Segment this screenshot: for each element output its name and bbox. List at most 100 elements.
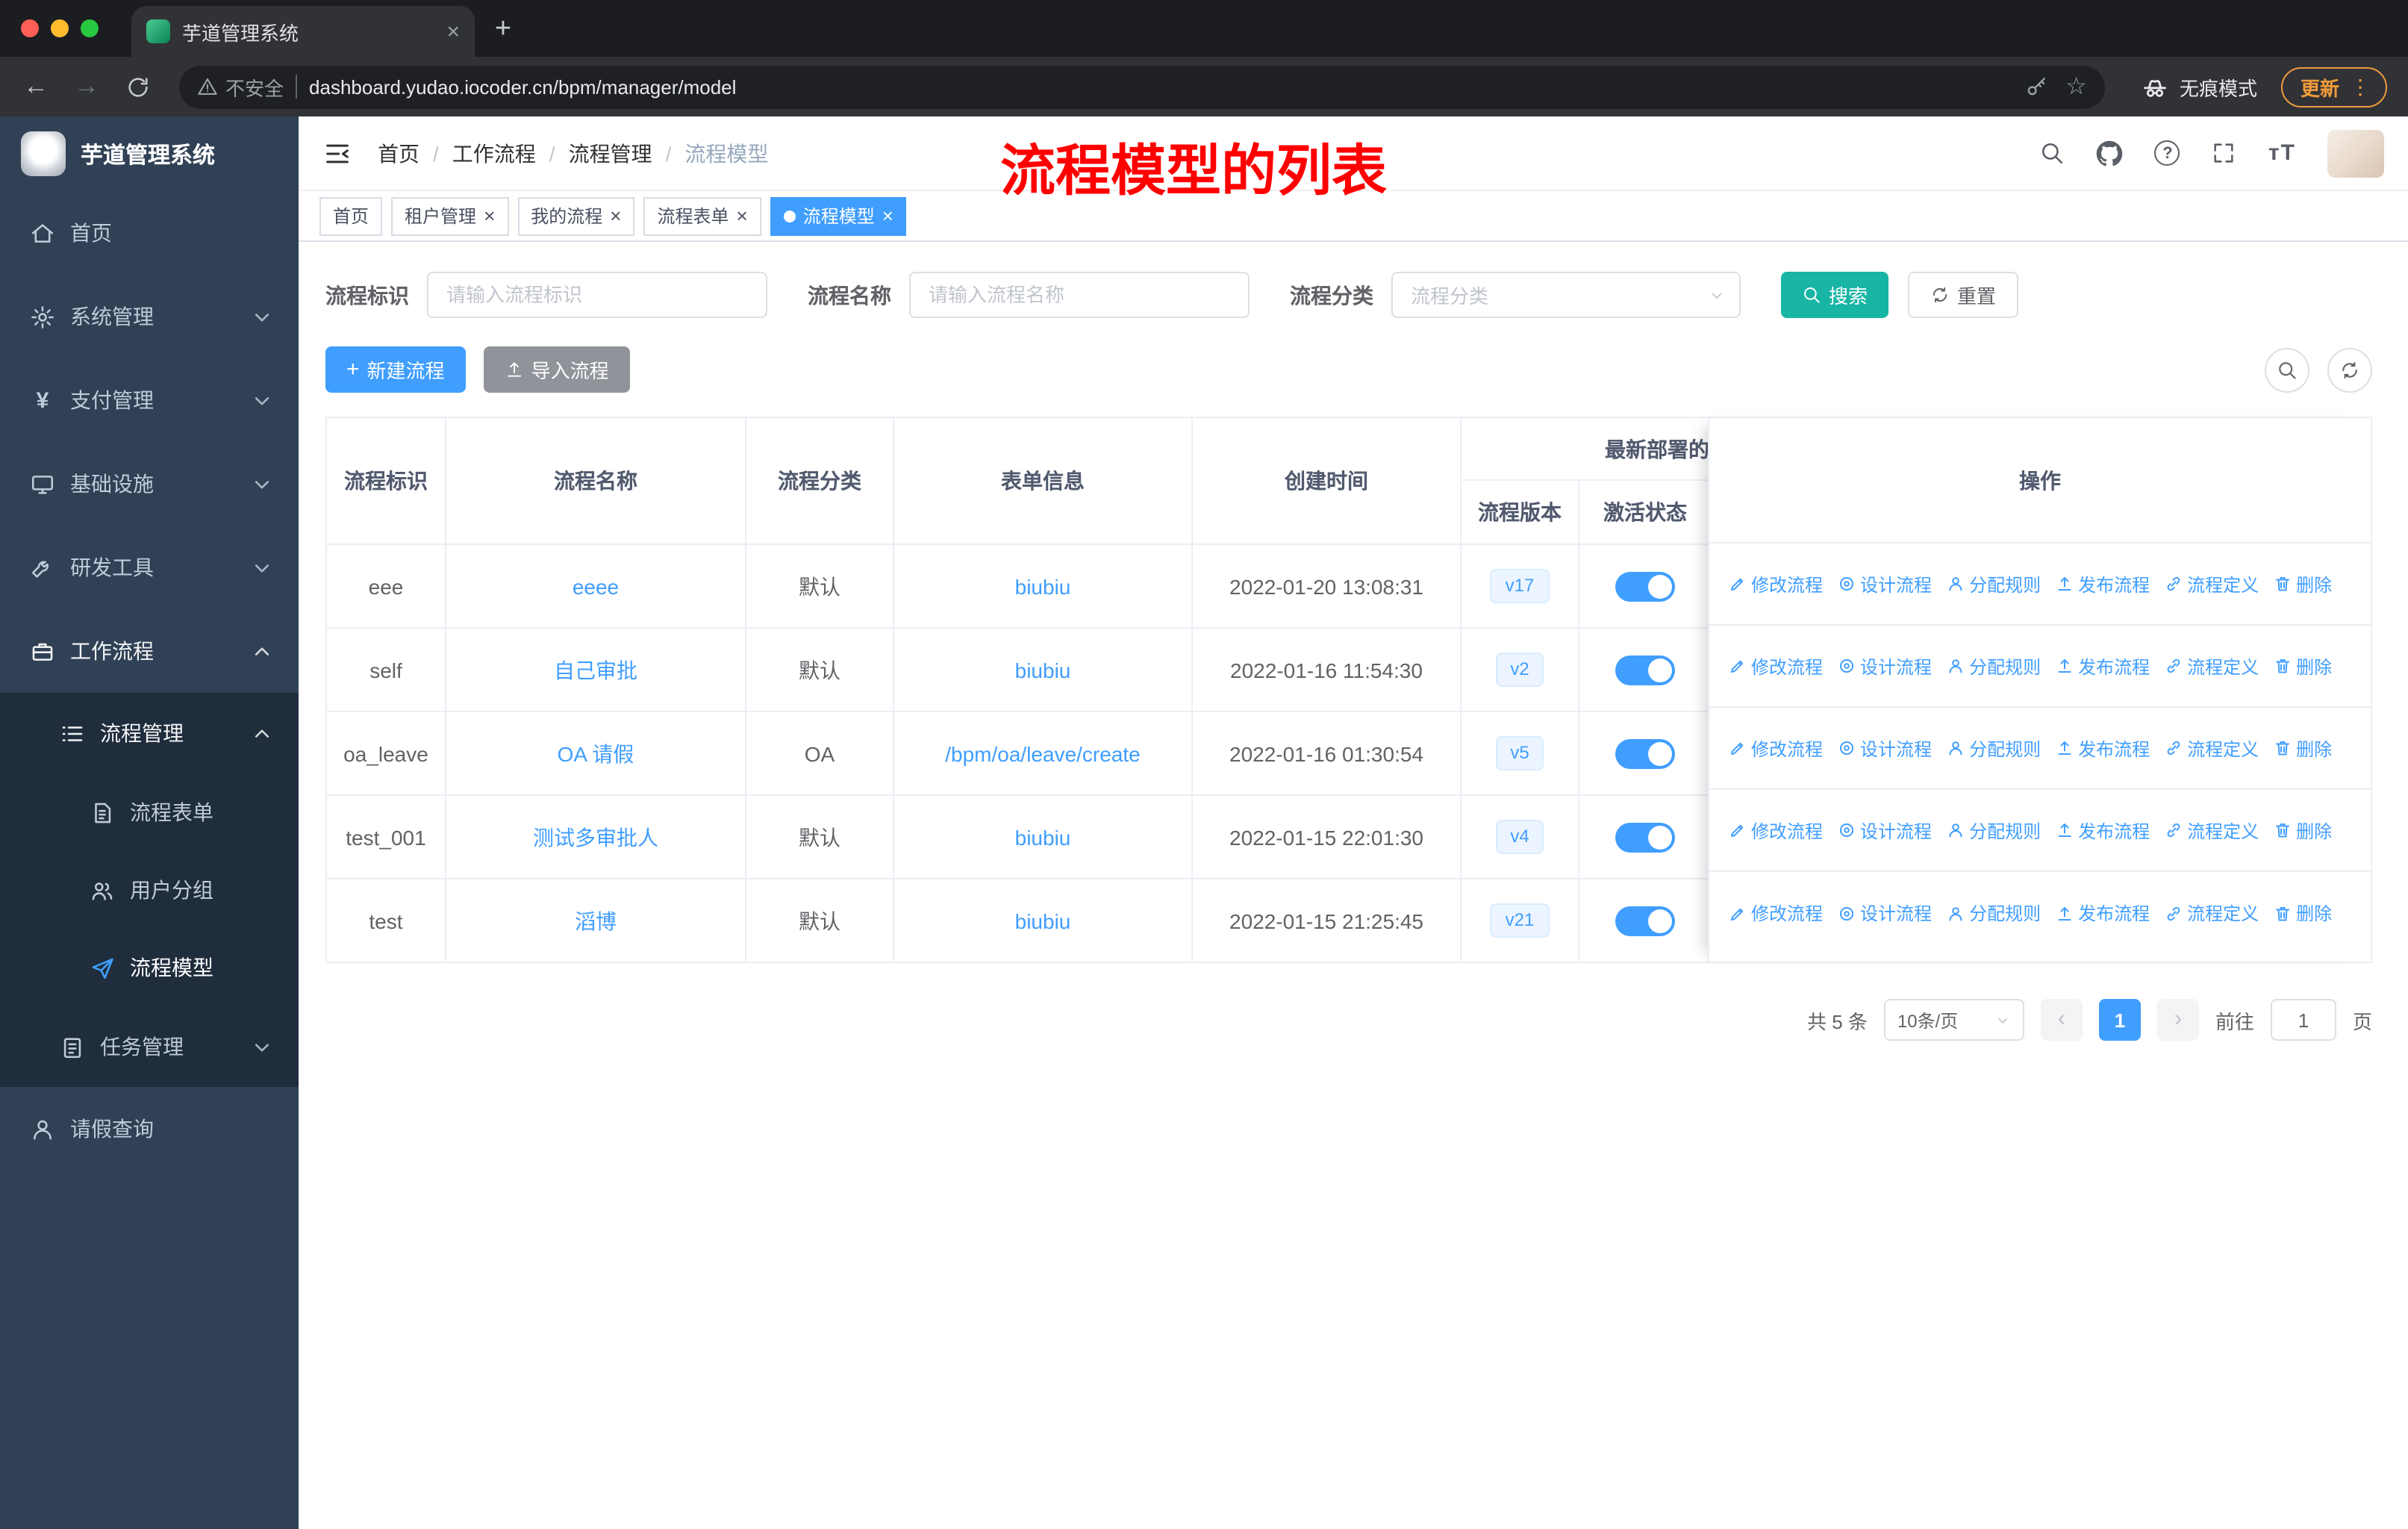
password-key-icon[interactable] [2024, 75, 2047, 99]
tag-process-form[interactable]: 流程表单 × [643, 196, 761, 235]
browser-tab[interactable]: 芋道管理系统 × [131, 6, 475, 57]
op-delete-link[interactable]: 删除 [2274, 653, 2332, 679]
op-modify-link[interactable]: 修改流程 [1729, 571, 1823, 597]
op-delete-link[interactable]: 删除 [2274, 900, 2332, 926]
page-number-button[interactable]: 1 [2098, 999, 2141, 1041]
tab-close-icon[interactable]: × [446, 20, 460, 43]
op-assign-rule-link[interactable]: 分配规则 [1947, 653, 2041, 679]
reload-icon[interactable] [116, 66, 158, 108]
process-name-input[interactable] [909, 272, 1250, 318]
close-icon[interactable]: × [882, 206, 893, 225]
op-publish-link[interactable]: 发布流程 [2056, 818, 2150, 843]
create-process-button[interactable]: + 新建流程 [325, 346, 466, 393]
reset-button[interactable]: 重置 [1908, 272, 2019, 318]
form-info-link[interactable]: biubiu [1015, 658, 1071, 682]
op-design-link[interactable]: 设计流程 [1838, 818, 1932, 843]
window-zoom-button[interactable] [81, 19, 99, 37]
sidebar-item-leave-query[interactable]: 请假查询 [0, 1087, 299, 1171]
forward-icon[interactable]: → [66, 66, 107, 108]
process-name-link[interactable]: 滔博 [575, 906, 617, 935]
form-info-link[interactable]: biubiu [1015, 909, 1071, 932]
address-bar[interactable]: 不安全 dashboard.yudao.iocoder.cn/bpm/manag… [179, 65, 2105, 108]
op-modify-link[interactable]: 修改流程 [1729, 735, 1823, 761]
op-publish-link[interactable]: 发布流程 [2056, 735, 2150, 761]
activation-toggle[interactable] [1615, 655, 1675, 685]
window-close-button[interactable] [21, 19, 39, 37]
toggle-search-button[interactable] [2265, 347, 2309, 392]
sidebar-item-process-model[interactable]: 流程模型 [0, 929, 299, 1006]
tag-home[interactable]: 首页 [319, 196, 383, 235]
github-icon[interactable] [2097, 140, 2124, 166]
sidebar-item-devtools[interactable]: 研发工具 [0, 526, 299, 609]
form-info-link[interactable]: biubiu [1015, 825, 1071, 849]
activation-toggle[interactable] [1615, 906, 1675, 935]
sidebar-item-infrastructure[interactable]: 基础设施 [0, 442, 299, 526]
op-definition-link[interactable]: 流程定义 [2165, 818, 2259, 843]
op-modify-link[interactable]: 修改流程 [1729, 818, 1823, 843]
op-delete-link[interactable]: 删除 [2274, 571, 2332, 597]
op-delete-link[interactable]: 删除 [2274, 818, 2332, 843]
op-publish-link[interactable]: 发布流程 [2056, 571, 2150, 597]
op-assign-rule-link[interactable]: 分配规则 [1947, 571, 2041, 597]
search-button[interactable]: 搜索 [1781, 272, 1889, 318]
sidebar-item-task-mgmt[interactable]: 任务管理 [0, 1006, 299, 1087]
close-icon[interactable]: × [737, 206, 748, 225]
window-minimize-button[interactable] [51, 19, 69, 37]
tag-process-model[interactable]: 流程模型 × [770, 196, 907, 235]
refresh-table-button[interactable] [2327, 347, 2372, 392]
op-modify-link[interactable]: 修改流程 [1729, 653, 1823, 679]
menu-dots-icon[interactable]: ⋮ [2350, 74, 2371, 99]
process-name-link[interactable]: eeee [573, 574, 619, 598]
op-design-link[interactable]: 设计流程 [1838, 900, 1932, 926]
goto-page-input[interactable] [2270, 999, 2336, 1041]
next-page-button[interactable]: › [2156, 999, 2199, 1041]
op-assign-rule-link[interactable]: 分配规则 [1947, 818, 2041, 843]
security-indicator[interactable]: 不安全 [197, 72, 284, 101]
process-category-select[interactable]: 流程分类 [1391, 272, 1741, 318]
op-definition-link[interactable]: 流程定义 [2165, 735, 2259, 761]
sidebar-item-process-form[interactable]: 流程表单 [0, 773, 299, 851]
process-name-link[interactable]: OA 请假 [558, 738, 634, 768]
browser-update-button[interactable]: 更新 ⋮ [2280, 66, 2387, 107]
sidebar-item-user-group[interactable]: 用户分组 [0, 851, 299, 929]
breadcrumb-item[interactable]: 工作流程 [452, 138, 536, 168]
sidebar-item-process-mgmt[interactable]: 流程管理 [0, 693, 299, 773]
activation-toggle[interactable] [1615, 738, 1675, 768]
activation-toggle[interactable] [1615, 571, 1675, 601]
form-info-link[interactable]: /bpm/oa/leave/create [945, 741, 1141, 765]
op-publish-link[interactable]: 发布流程 [2056, 900, 2150, 926]
user-avatar[interactable] [2327, 129, 2384, 177]
page-size-select[interactable]: 10条/页 [1883, 999, 2024, 1041]
help-icon[interactable]: ? [2154, 140, 2180, 166]
op-definition-link[interactable]: 流程定义 [2165, 571, 2259, 597]
import-process-button[interactable]: 导入流程 [483, 346, 630, 393]
sidebar-item-workflow[interactable]: 工作流程 [0, 609, 299, 693]
sidebar-item-home[interactable]: 首页 [0, 191, 299, 275]
op-design-link[interactable]: 设计流程 [1838, 735, 1932, 761]
sidebar-item-system[interactable]: 系统管理 [0, 275, 299, 358]
activation-toggle[interactable] [1615, 822, 1675, 852]
bookmark-star-icon[interactable]: ☆ [2065, 72, 2087, 102]
back-icon[interactable]: ← [15, 66, 57, 108]
sidebar-item-payment[interactable]: ¥ 支付管理 [0, 358, 299, 442]
op-modify-link[interactable]: 修改流程 [1729, 900, 1823, 926]
op-assign-rule-link[interactable]: 分配规则 [1947, 735, 2041, 761]
prev-page-button[interactable]: ‹ [2040, 999, 2083, 1041]
op-design-link[interactable]: 设计流程 [1838, 653, 1932, 679]
sidebar-collapse-icon[interactable] [322, 137, 355, 169]
breadcrumb-item[interactable]: 首页 [378, 138, 419, 168]
op-definition-link[interactable]: 流程定义 [2165, 900, 2259, 926]
op-definition-link[interactable]: 流程定义 [2165, 653, 2259, 679]
close-icon[interactable]: × [610, 206, 621, 225]
font-size-icon[interactable]: тT [2268, 140, 2296, 166]
op-publish-link[interactable]: 发布流程 [2056, 653, 2150, 679]
op-assign-rule-link[interactable]: 分配规则 [1947, 900, 2041, 926]
close-icon[interactable]: × [484, 206, 495, 225]
process-name-link[interactable]: 测试多审批人 [533, 822, 658, 852]
search-icon[interactable] [2040, 140, 2065, 166]
process-id-input[interactable] [427, 272, 767, 318]
tag-my-process[interactable]: 我的流程 × [517, 196, 635, 235]
op-delete-link[interactable]: 删除 [2274, 735, 2332, 761]
fullscreen-icon[interactable] [2212, 140, 2237, 166]
op-design-link[interactable]: 设计流程 [1838, 571, 1932, 597]
